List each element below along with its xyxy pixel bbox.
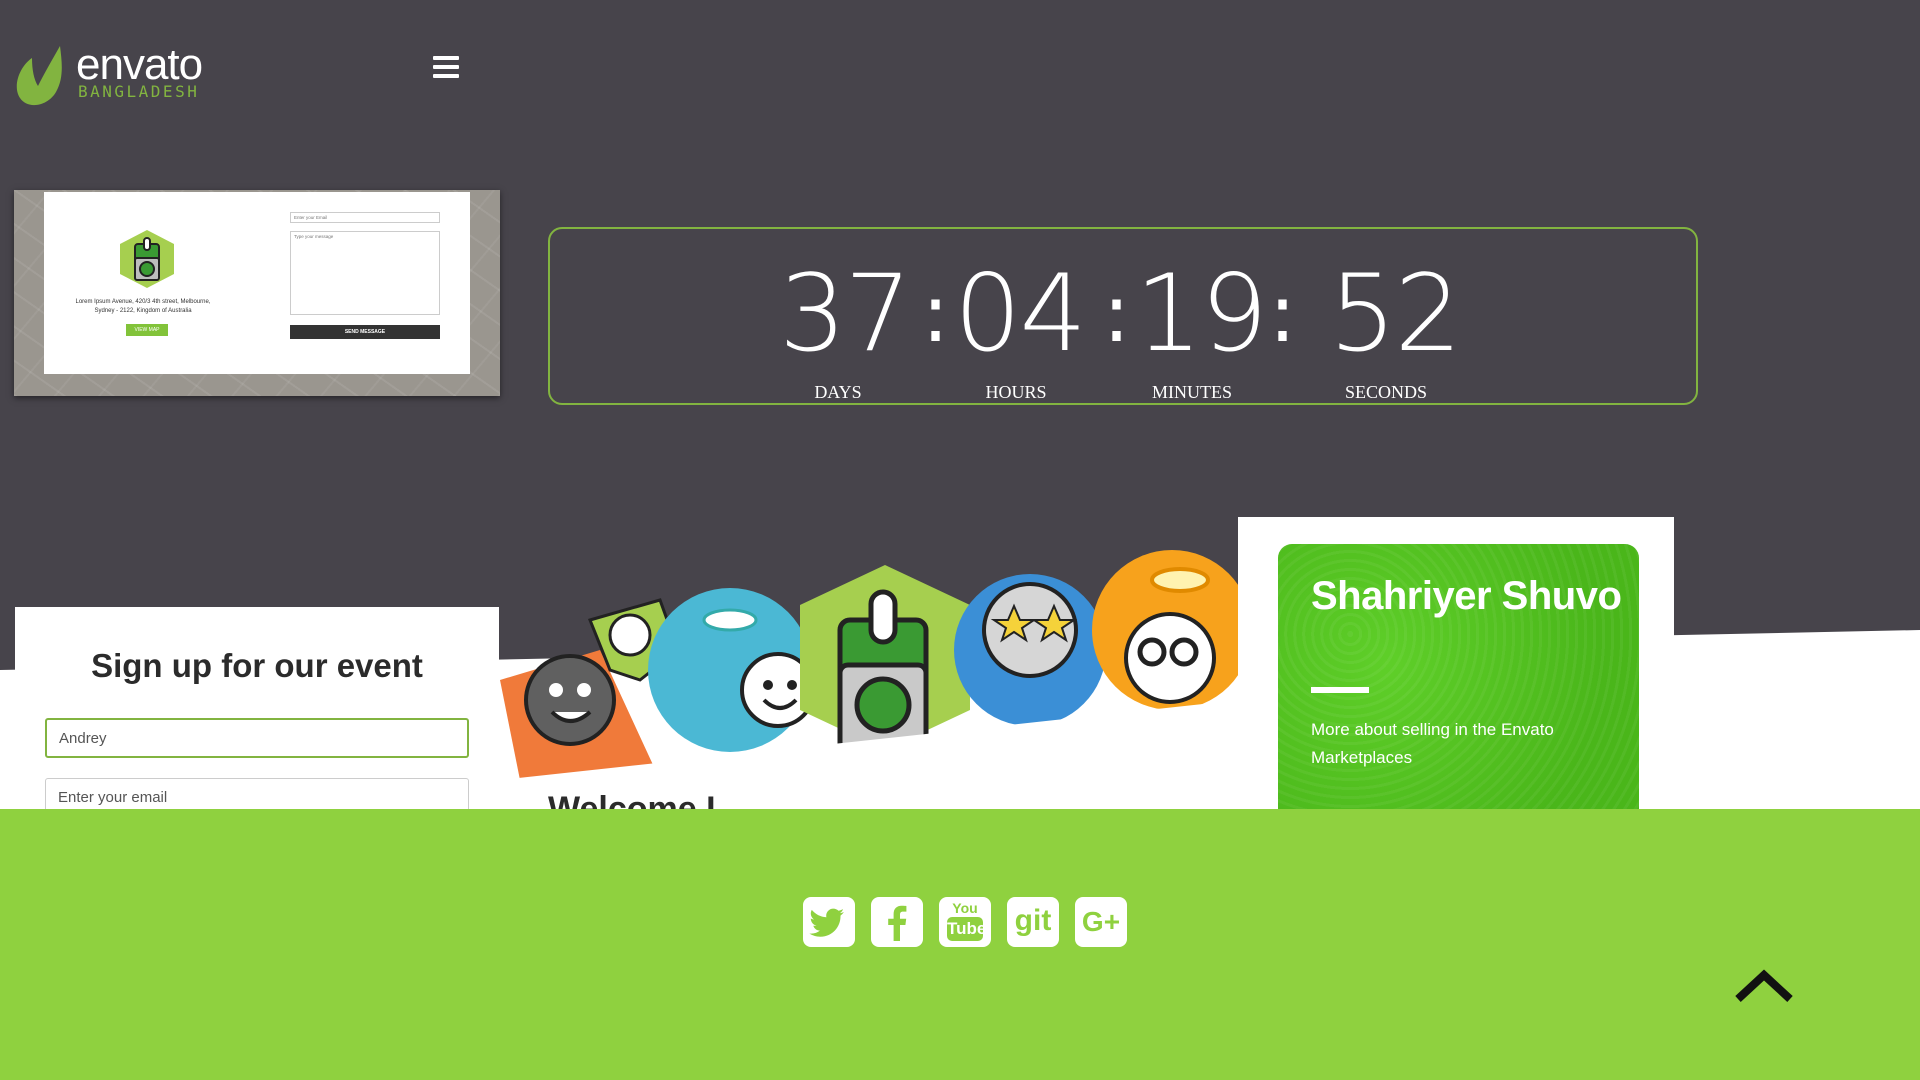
envato-logo[interactable]: envato BANGLADESH bbox=[14, 40, 214, 112]
facebook-icon[interactable] bbox=[871, 897, 923, 947]
speaker-card-panel: Shahriyer Shuvo More about selling in th… bbox=[1278, 544, 1639, 844]
google-plus-icon[interactable]: G+ bbox=[1075, 897, 1127, 947]
preview-contact-card: Lorem Ipsum Avenue, 420/3 4th street, Me… bbox=[44, 192, 470, 374]
brand-subtitle: BANGLADESH bbox=[78, 82, 200, 101]
youtube-label-bottom: Tube bbox=[947, 917, 986, 941]
preview-address: Lorem Ipsum Avenue, 420/3 4th street, Me… bbox=[75, 299, 211, 314]
days-label: DAYS bbox=[814, 382, 862, 402]
twitter-icon[interactable] bbox=[803, 897, 855, 947]
countdown-minutes: 19 bbox=[1135, 252, 1268, 375]
footer: You Tube git G+ bbox=[0, 809, 1920, 1080]
youtube-icon[interactable]: You Tube bbox=[939, 897, 991, 947]
preview-message-field[interactable]: Type your message bbox=[290, 231, 440, 315]
minutes-label: MINUTES bbox=[1152, 382, 1232, 402]
github-icon[interactable]: git bbox=[1007, 897, 1059, 947]
scroll-to-top-chevron-up-icon[interactable] bbox=[1732, 965, 1796, 1005]
countdown-separator: : bbox=[1269, 267, 1296, 360]
preview-email-field[interactable]: Enter your Email bbox=[290, 212, 440, 223]
google-plus-label: G+ bbox=[1081, 906, 1121, 937]
hours-label: HOURS bbox=[985, 382, 1047, 402]
speaker-description: More about selling in the Envato Marketp… bbox=[1311, 720, 1554, 767]
name-input[interactable]: Andrey bbox=[45, 718, 469, 758]
signup-card: Sign up for our event Andrey Enter your … bbox=[15, 607, 499, 837]
countdown-separator: : bbox=[1103, 267, 1130, 360]
contact-preview-thumbnail[interactable]: Lorem Ipsum Avenue, 420/3 4th street, Me… bbox=[14, 190, 500, 396]
countdown-seconds: 52 bbox=[1329, 252, 1462, 375]
mascot-characters-illustration bbox=[500, 550, 1240, 780]
view-map-button[interactable]: VIEW MAP bbox=[126, 324, 168, 336]
speaker-name: Shahriyer Shuvo bbox=[1311, 574, 1622, 618]
hamburger-menu-icon[interactable] bbox=[433, 56, 459, 78]
envato-badge-icon bbox=[120, 230, 174, 288]
divider bbox=[1311, 687, 1369, 693]
countdown-hours: 04 bbox=[954, 252, 1087, 375]
countdown-separator: : bbox=[922, 267, 949, 360]
signup-title: Sign up for our event bbox=[91, 647, 423, 684]
speaker-card[interactable]: Shahriyer Shuvo More about selling in th… bbox=[1238, 517, 1674, 847]
seconds-label: SECONDS bbox=[1344, 382, 1428, 402]
send-message-button[interactable]: SEND MESSAGE bbox=[290, 325, 440, 339]
github-label: git bbox=[1014, 904, 1052, 937]
countdown-days: 37 bbox=[779, 252, 912, 375]
countdown-timer: 37 : 04 : 19 : 52 DAYS HOURS MINUTES SEC… bbox=[548, 227, 1698, 405]
leaf-icon bbox=[16, 46, 62, 106]
